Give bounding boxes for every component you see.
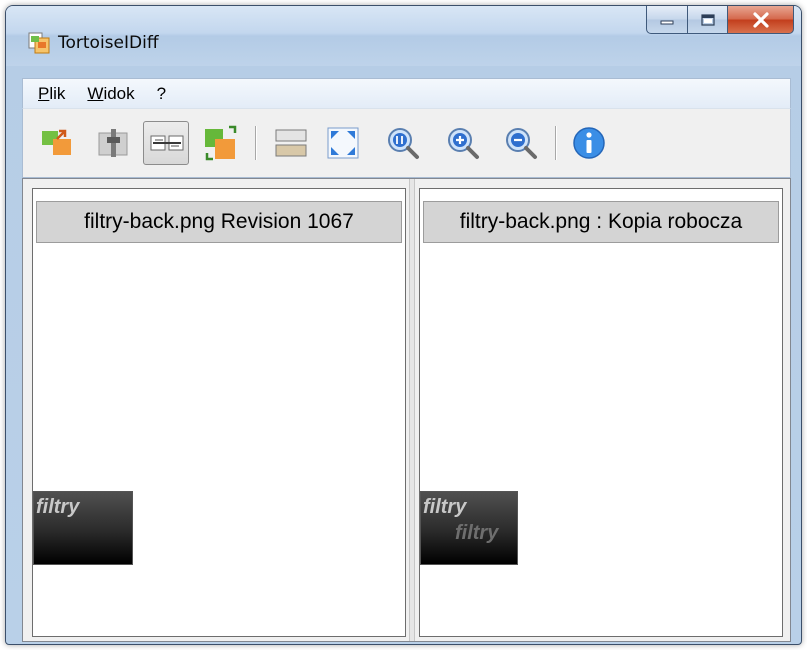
menu-bar: Plik Widok ? xyxy=(22,78,791,108)
menu-widok[interactable]: Widok xyxy=(87,84,134,104)
blend-alpha-icon[interactable] xyxy=(95,125,131,161)
maximize-button[interactable] xyxy=(688,6,728,34)
maximize-icon xyxy=(700,13,715,26)
minimize-icon xyxy=(660,20,674,24)
menu-help[interactable]: ? xyxy=(157,84,166,104)
overlap-images-icon[interactable] xyxy=(39,125,75,161)
caption-buttons xyxy=(646,6,794,36)
left-image-text: filtry xyxy=(36,496,80,518)
close-button[interactable] xyxy=(728,6,794,34)
tortoise-diff-app-icon xyxy=(28,32,50,54)
image-info-icon[interactable] xyxy=(571,125,607,161)
right-image-pane[interactable]: filtry-back.png : Kopia robocza filtry f… xyxy=(419,188,783,637)
toolbar xyxy=(22,108,791,178)
menu-help-label: ? xyxy=(156,83,167,103)
app-window: TortoiseIDiff Plik Widok ? filtry-back.p… xyxy=(5,5,802,645)
menu-plik-label: lik xyxy=(49,83,66,103)
title-bar[interactable]: TortoiseIDiff xyxy=(6,6,801,66)
right-image-text-shadow: filtry xyxy=(455,522,499,544)
minimize-button[interactable] xyxy=(646,6,688,34)
toolbar-separator xyxy=(255,126,256,160)
link-images-icon xyxy=(150,135,184,151)
vertical-layout-icon[interactable] xyxy=(273,125,309,161)
menu-widok-label: idok xyxy=(103,83,135,103)
left-pane-header: filtry-back.png Revision 1067 xyxy=(36,201,402,243)
left-image-pane[interactable]: filtry-back.png Revision 1067 filtry xyxy=(32,188,406,637)
link-images-button[interactable] xyxy=(143,121,189,165)
zoom-out-icon[interactable] xyxy=(503,125,539,161)
pane-splitter[interactable] xyxy=(409,179,415,641)
close-icon xyxy=(752,11,769,28)
left-image-preview: filtry xyxy=(33,491,133,565)
fit-to-window-icon[interactable] xyxy=(325,125,361,161)
menu-widok-accelerator: W xyxy=(87,83,104,103)
zoom-in-icon[interactable] xyxy=(445,125,481,161)
window-title: TortoiseIDiff xyxy=(58,33,159,53)
right-pane-header: filtry-back.png : Kopia robocza xyxy=(423,201,779,243)
zoom-original-icon[interactable] xyxy=(385,125,421,161)
toolbar-separator xyxy=(555,126,556,160)
menu-plik-accelerator: P xyxy=(38,83,50,103)
right-image-text: filtry xyxy=(423,496,467,518)
menu-plik[interactable]: Plik xyxy=(38,84,65,104)
image-view-area: filtry-back.png Revision 1067 filtry fil… xyxy=(22,178,791,642)
fit-images-together-icon[interactable] xyxy=(203,125,239,161)
right-image-preview: filtry filtry xyxy=(420,491,518,565)
